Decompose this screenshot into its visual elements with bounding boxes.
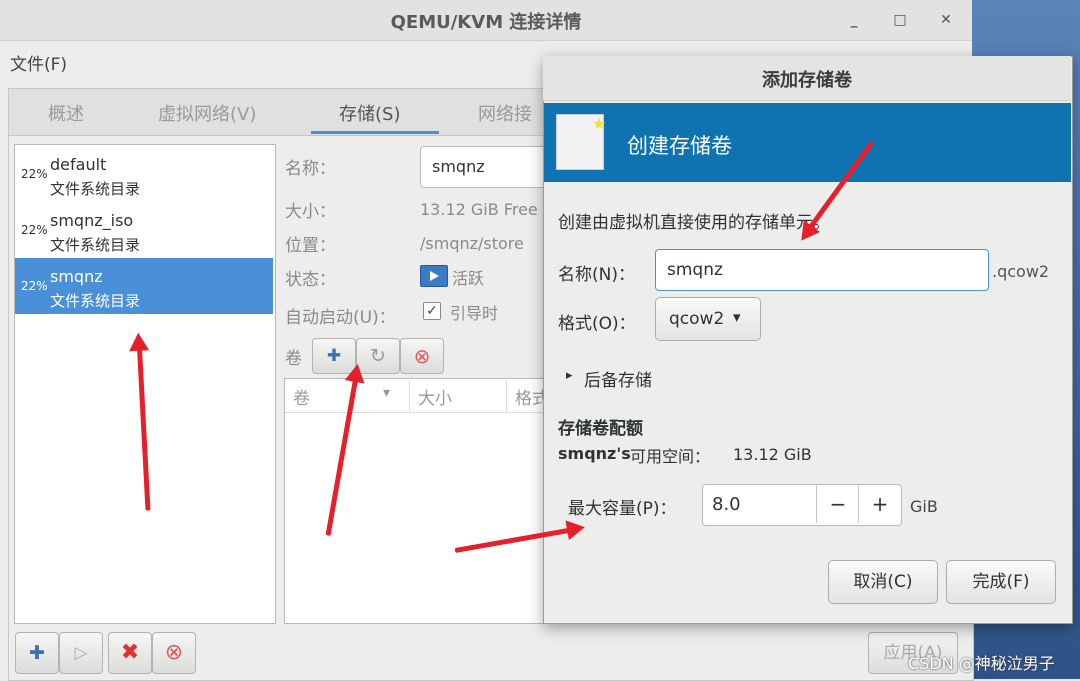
column-size-label: 大小 (418, 389, 452, 409)
tab-overview[interactable]: 概述 (48, 100, 84, 126)
dialog-header: 创建存储卷 (627, 134, 732, 158)
format-dropdown[interactable]: qcow2 ▾ (655, 297, 761, 341)
max-capacity-label: 最大容量(P)： (568, 499, 677, 519)
pool-name: default (50, 155, 107, 174)
increment-button[interactable]: + (858, 485, 901, 523)
add-pool-button[interactable]: ✚ (15, 632, 59, 674)
stop-pool-button[interactable]: ✖ (108, 632, 152, 674)
expander-icon[interactable]: ▸ (566, 368, 573, 383)
window-title: QEMU/KVM 连接详情 (390, 12, 582, 33)
tab-network-interfaces[interactable]: 网络接 (478, 100, 532, 126)
max-capacity-input[interactable]: 8.0 (712, 494, 741, 515)
column-format-label: 格式 (515, 389, 543, 409)
pool-type: 文件系统目录 (50, 292, 141, 310)
volume-name-suffix: .qcow2 (992, 262, 1050, 281)
active-tab-indicator (311, 131, 439, 134)
autostart-value: 引导时 (450, 304, 499, 323)
format-label: 格式(O)： (558, 314, 636, 334)
volume-table (284, 378, 546, 624)
delete-pool-button[interactable]: ⊗ (152, 632, 196, 674)
autostart-label: 自动启动(U)： (285, 308, 396, 328)
pool-type: 文件系统目录 (50, 180, 141, 198)
pool-type: 文件系统目录 (50, 236, 141, 254)
column-header-format[interactable]: 格式 (507, 378, 543, 412)
pool-name-input[interactable]: smqnz (420, 146, 552, 188)
dialog-title: 添加存储卷 (762, 70, 852, 91)
pool-name: smqnz_iso (50, 211, 134, 230)
dialog-description: 创建由虚拟机直接使用的存储单元。 (558, 213, 830, 233)
dialog-banner (544, 103, 1071, 182)
column-header-size[interactable]: 大小 (410, 378, 507, 412)
autostart-checkbox[interactable]: ✓ (423, 302, 441, 320)
chevron-down-icon: ▾ (733, 308, 741, 326)
backing-store-expander[interactable]: 后备存储 (584, 366, 652, 391)
finish-button[interactable]: 完成(F) (946, 560, 1056, 604)
pool-size-value: 13.12 GiB Free (420, 200, 538, 219)
delete-volume-button[interactable]: ⊗ (400, 338, 444, 374)
volume-name-label: 名称(N)： (558, 265, 635, 285)
decrement-button[interactable]: − (816, 485, 859, 523)
pool-name: smqnz (50, 267, 103, 286)
star-icon: ★ (592, 114, 607, 133)
table-header-divider (285, 412, 543, 413)
pool-location-label: 位置： (285, 236, 336, 256)
menu-file[interactable]: 文件(F) (10, 50, 67, 75)
volume-name-input[interactable]: smqnz (655, 249, 989, 291)
pool-state-value: 活跃 (452, 269, 485, 288)
available-space-value: 13.12 GiB (733, 445, 812, 464)
active-state-icon (420, 265, 448, 287)
cancel-button[interactable]: 取消(C) (828, 560, 938, 604)
pool-usage: 22% (21, 223, 48, 237)
pool-name-label: 名称： (285, 159, 336, 179)
quota-title: 存储卷配额 (558, 419, 643, 439)
pool-row-default[interactable]: 22% default 文件系统目录 (15, 146, 273, 202)
pool-location-value: /smqnz/store (420, 234, 524, 253)
close-button[interactable]: ✕ (934, 8, 958, 32)
minimize-button[interactable]: _ (842, 8, 866, 32)
pool-usage: 22% (21, 279, 48, 293)
pool-usage: 22% (21, 167, 48, 181)
capacity-unit: GiB (910, 497, 938, 516)
pool-size-label: 大小： (285, 202, 336, 222)
sort-indicator-icon: ▾ (383, 385, 391, 401)
volume-name-value: smqnz (667, 260, 723, 280)
column-volume-label: 卷 (293, 389, 310, 409)
watermark: CSDN @神秘泣男子 (908, 654, 1055, 673)
tab-virtual-networks[interactable]: 虚拟网络(V) (158, 100, 256, 126)
tab-storage[interactable]: 存储(S) (339, 100, 400, 126)
format-value: qcow2 (669, 309, 725, 329)
volumes-label: 卷 (285, 349, 302, 369)
pool-name-value: smqnz (432, 157, 485, 176)
maximize-button[interactable]: □ (888, 8, 912, 32)
pool-state-label: 状态： (285, 270, 336, 290)
start-pool-button[interactable]: ▷ (59, 632, 103, 674)
pool-row-smqnz-iso[interactable]: 22% smqnz_iso 文件系统目录 (15, 202, 273, 258)
pool-row-smqnz[interactable]: 22% smqnz 文件系统目录 (15, 258, 273, 314)
available-space-label: 可用空间： (630, 447, 711, 466)
quota-pool-name: smqnz's (558, 444, 631, 463)
